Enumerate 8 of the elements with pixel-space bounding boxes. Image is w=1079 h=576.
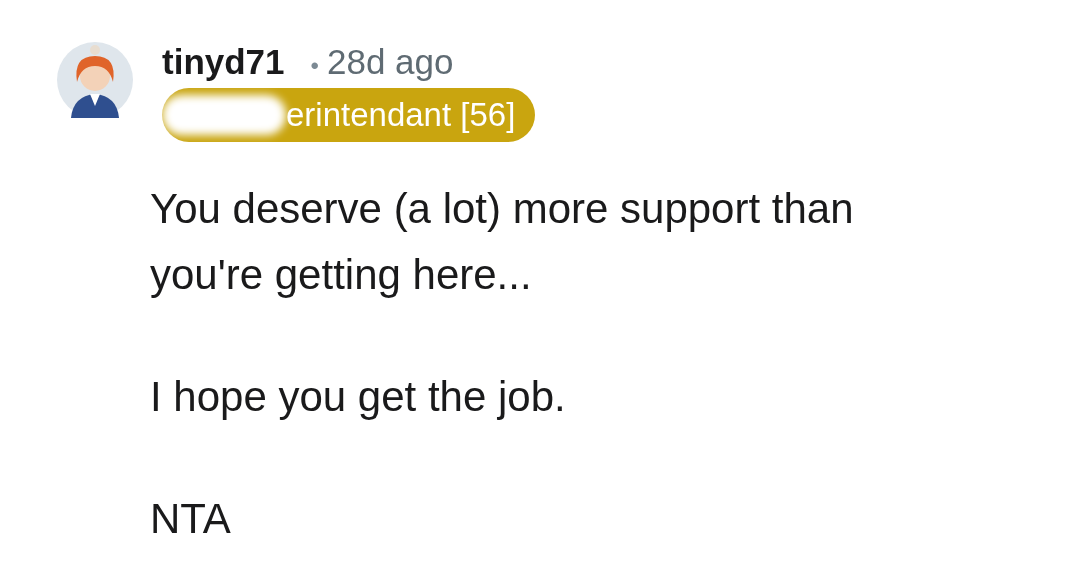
comment-paragraph: You deserve (a lot) more support than you're getting here...	[150, 184, 855, 300]
comment-age: 28d ago	[326, 42, 454, 82]
username[interactable]: tinyd71	[162, 42, 285, 82]
flair-text: erintendant [56]	[286, 96, 516, 134]
avatar-icon[interactable]	[57, 42, 133, 118]
comment-paragraph: NTA	[150, 494, 232, 544]
separator-dot: •	[310, 52, 319, 80]
comment-paragraph: I hope you get the job.	[150, 372, 567, 422]
